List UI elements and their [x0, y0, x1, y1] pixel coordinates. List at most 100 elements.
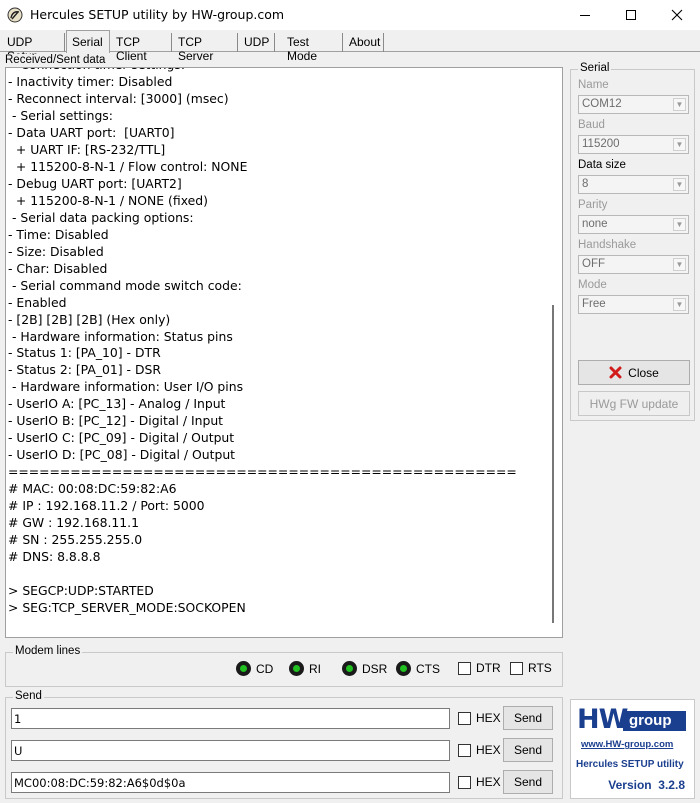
- log-line: - Data UART port: [UART0]: [8, 124, 175, 140]
- dtr-label: DTR: [476, 661, 501, 675]
- checkbox-icon[interactable]: [510, 661, 523, 675]
- handshake-select[interactable]: OFF ▼: [578, 255, 689, 274]
- cts-indicator: CTS: [396, 661, 440, 676]
- tab-serial[interactable]: Serial: [66, 30, 110, 53]
- log-line: - Hardware information: Status pins: [8, 328, 233, 344]
- chevron-down-icon: ▼: [673, 258, 686, 271]
- log-line: - Status 2: [PA_01] - DSR: [8, 362, 161, 378]
- ri-label: RI: [309, 661, 321, 676]
- hex-checkbox-1[interactable]: HEX: [458, 711, 501, 725]
- log-line: - UserIO B: [PC_12] - Digital / Input: [8, 413, 224, 429]
- log-line: - Status 1: [PA_10] - DTR: [8, 345, 161, 361]
- logo-brand-left: HW: [577, 704, 628, 735]
- log-line: # GW : 192.168.11.1: [8, 515, 139, 531]
- tab-test-mode[interactable]: Test Mode: [282, 33, 343, 63]
- handshake-select-value: OFF: [582, 258, 605, 270]
- cts-label: CTS: [416, 661, 440, 676]
- checkbox-icon[interactable]: [458, 711, 471, 725]
- fw-update-button[interactable]: HWg FW update: [578, 391, 690, 416]
- cd-label: CD: [256, 661, 274, 676]
- send-input-3[interactable]: MC00:08:DC:59:82:A6$0d$0a: [11, 772, 450, 793]
- led-on-icon: [342, 661, 357, 676]
- received-data-log[interactable]: - Connection timer settings:- Inactivity…: [5, 67, 563, 638]
- send-button-2[interactable]: Send: [503, 738, 553, 762]
- log-line: - Inactivity timer: Disabled: [8, 73, 173, 89]
- log-line: - Serial command mode switch code:: [8, 277, 242, 293]
- log-line: - Char: Disabled: [8, 260, 108, 276]
- close-port-label: Close: [628, 365, 659, 380]
- cd-indicator: CD: [236, 661, 273, 676]
- tab-tcp-client[interactable]: TCP Client: [111, 33, 172, 63]
- chevron-down-icon: ▼: [673, 178, 686, 191]
- log-line: + 115200-8-N-1 / NONE (fixed): [8, 192, 208, 208]
- dsr-indicator: DSR: [342, 661, 387, 676]
- data-size-select-value: 8: [582, 178, 589, 190]
- tab-tcp-server[interactable]: TCP Server: [173, 33, 238, 63]
- send-button-3[interactable]: Send: [503, 770, 553, 794]
- minimize-button[interactable]: [562, 0, 608, 30]
- tab-about[interactable]: About: [344, 33, 384, 52]
- log-line: - [2B] [2B] [2B] (Hex only): [8, 311, 171, 327]
- log-line: # SN : 255.255.255.0: [8, 532, 143, 548]
- led-on-icon: [236, 661, 251, 676]
- close-window-button[interactable]: [654, 0, 700, 30]
- hex-label: HEX: [476, 743, 501, 757]
- name-select[interactable]: COM12 ▼: [578, 95, 689, 114]
- mode-select-value: Free: [582, 298, 606, 310]
- received-data-label: Received/Sent data: [3, 54, 108, 66]
- log-line: - Serial data packing options:: [8, 209, 194, 225]
- data-size-select[interactable]: 8 ▼: [578, 175, 689, 194]
- log-line: ========================================…: [8, 464, 517, 480]
- handshake-label: Handshake: [578, 239, 637, 251]
- checkbox-icon[interactable]: [458, 661, 471, 675]
- baud-label: Baud: [578, 119, 605, 131]
- log-line: - UserIO D: [PC_08] - Digital / Output: [8, 447, 236, 463]
- logo-url: www.HW-group.com: [581, 739, 674, 750]
- data-size-label: Data size: [578, 159, 626, 171]
- log-line: - Connection timer settings:: [8, 68, 544, 74]
- baud-select-value: 115200: [582, 138, 620, 150]
- log-scrollbar[interactable]: [545, 68, 562, 637]
- send-input-1[interactable]: 1: [11, 708, 450, 729]
- log-line: # MAC: 00:08:DC:59:82:A6: [8, 481, 177, 497]
- mode-select[interactable]: Free ▼: [578, 295, 689, 314]
- rts-checkbox[interactable]: RTS: [510, 661, 552, 675]
- log-line: > SEGCP:UDP:STARTED: [8, 583, 154, 599]
- close-x-icon: [609, 366, 622, 379]
- parity-select-value: none: [582, 218, 608, 230]
- log-line: - UserIO A: [PC_13] - Analog / Input: [8, 396, 226, 412]
- log-line: - Debug UART port: [UART2]: [8, 175, 182, 191]
- name-label: Name: [578, 79, 609, 91]
- log-line: - Enabled: [8, 294, 67, 310]
- hercules-app-icon: [7, 7, 23, 23]
- checkbox-icon[interactable]: [458, 775, 471, 789]
- mode-label: Mode: [578, 279, 607, 291]
- log-line: - Hardware information: User I/O pins: [8, 379, 244, 395]
- log-line: # DNS: 8.8.8.8: [8, 549, 101, 565]
- version-label: Version 3.2.8: [608, 778, 685, 792]
- log-line: - UserIO C: [PC_09] - Digital / Output: [8, 430, 235, 446]
- hex-checkbox-3[interactable]: HEX: [458, 775, 501, 789]
- send-input-2[interactable]: U: [11, 740, 450, 761]
- send-group-label: Send: [13, 690, 44, 702]
- send-button-1[interactable]: Send: [503, 706, 553, 730]
- tab-udp-setup[interactable]: UDP Setup: [2, 33, 65, 63]
- maximize-button[interactable]: [608, 0, 654, 30]
- chevron-down-icon: ▼: [673, 218, 686, 231]
- dsr-label: DSR: [362, 661, 388, 676]
- log-line: > SEG:TCP_SERVER_MODE:SOCKOPEN: [8, 600, 246, 615]
- log-scrollbar-thumb[interactable]: [552, 305, 554, 623]
- chevron-down-icon: ▼: [673, 98, 686, 111]
- log-line: + UART IF: [RS-232/TTL]: [8, 141, 166, 157]
- hex-checkbox-2[interactable]: HEX: [458, 743, 501, 757]
- dtr-checkbox[interactable]: DTR: [458, 661, 501, 675]
- close-port-button[interactable]: Close: [578, 360, 690, 385]
- parity-label: Parity: [578, 199, 608, 211]
- hw-group-wordmark: HW group: [577, 704, 687, 736]
- log-lines: - Connection timer settings:- Inactivity…: [8, 68, 544, 617]
- tab-udp[interactable]: UDP: [239, 33, 275, 52]
- parity-select[interactable]: none ▼: [578, 215, 689, 234]
- checkbox-icon[interactable]: [458, 743, 471, 757]
- baud-select[interactable]: 115200 ▼: [578, 135, 689, 154]
